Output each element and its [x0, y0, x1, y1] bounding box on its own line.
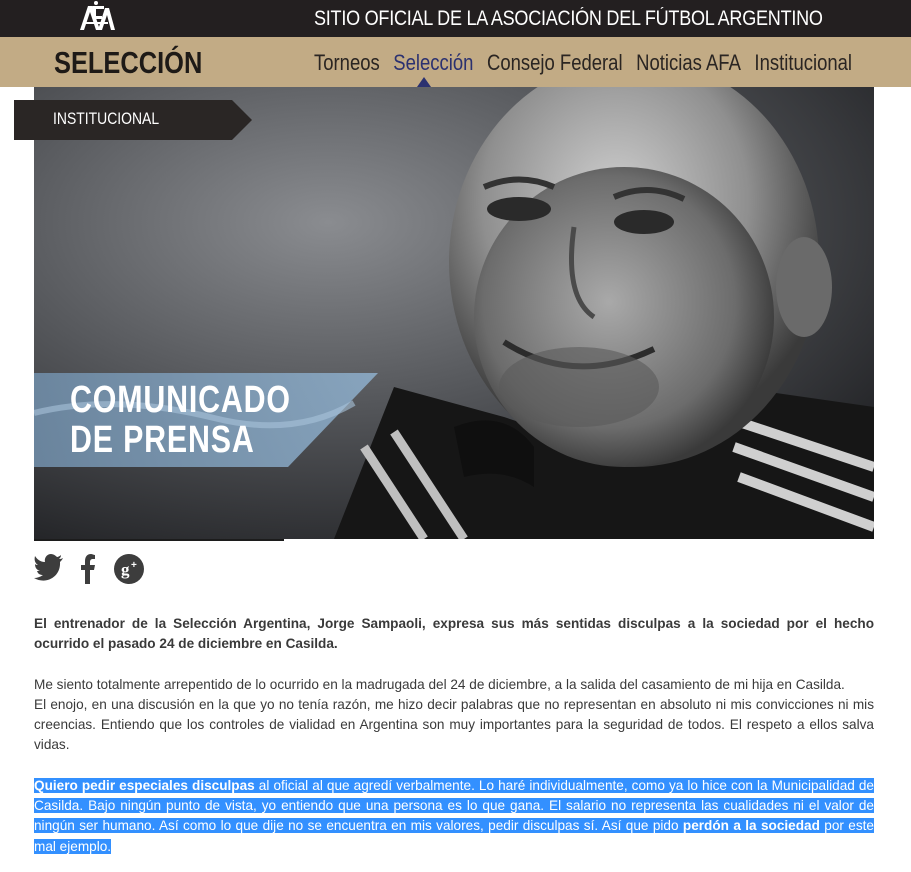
category-tag-label: INSTITUCIONAL — [53, 109, 160, 128]
nav-item-seleccion[interactable]: Selección — [393, 50, 473, 76]
active-nav-indicator-icon — [417, 77, 431, 87]
svg-text:+: + — [131, 560, 137, 571]
article-p2-bold2: perdón a la sociedad — [682, 818, 820, 834]
article-lead: El entrenador de la Selección Argentina,… — [34, 616, 874, 652]
site-title: SITIO OFICIAL DE LA ASOCIACIÓN DEL FÚTBO… — [314, 7, 823, 30]
nav-item-consejo-federal[interactable]: Consejo Federal — [487, 50, 623, 76]
nav-item-institucional[interactable]: Institucional — [754, 50, 852, 76]
nav-item-torneos[interactable]: Torneos — [314, 50, 380, 76]
article-paragraph-1: Me siento totalmente arrepentido de lo o… — [34, 675, 874, 756]
press-title: COMUNICADO DE PRENSA — [70, 380, 326, 460]
tag-corner — [14, 100, 34, 140]
article-body: El entrenador de la Selección Argentina,… — [34, 614, 874, 872]
selected-text[interactable]: Quiero pedir especiales disculpas al ofi… — [34, 777, 874, 854]
article-paragraph-2[interactable]: Quiero pedir especiales disculpas al ofi… — [34, 776, 874, 857]
press-title-line2: DE PRENSA — [70, 419, 255, 461]
main-navbar: SELECCIÓN Torneos Selección Consejo Fede… — [0, 37, 911, 87]
top-bar: SITIO OFICIAL DE LA ASOCIACIÓN DEL FÚTBO… — [0, 0, 911, 37]
nav-item-noticias-afa[interactable]: Noticias AFA — [636, 50, 741, 76]
afa-logo-icon[interactable] — [74, 0, 116, 34]
brand-title[interactable]: SELECCIÓN — [54, 45, 202, 81]
twitter-icon[interactable] — [34, 554, 64, 587]
google-plus-icon[interactable]: g + — [114, 554, 144, 589]
svg-text:g: g — [121, 560, 130, 579]
press-title-line1: COMUNICADO — [70, 379, 291, 421]
hero-image — [34, 87, 874, 539]
category-tag[interactable]: INSTITUCIONAL — [34, 100, 252, 140]
facebook-icon[interactable] — [80, 554, 96, 589]
article-p1-line2: El enojo, en una discusión en la que yo … — [34, 696, 874, 753]
article-p2-bold1: Quiero pedir especiales disculpas — [34, 777, 255, 793]
divider — [34, 539, 284, 541]
article-p1-line1: Me siento totalmente arrepentido de lo o… — [34, 676, 845, 692]
nav-menu: Torneos Selección Consejo Federal Notici… — [314, 50, 860, 76]
